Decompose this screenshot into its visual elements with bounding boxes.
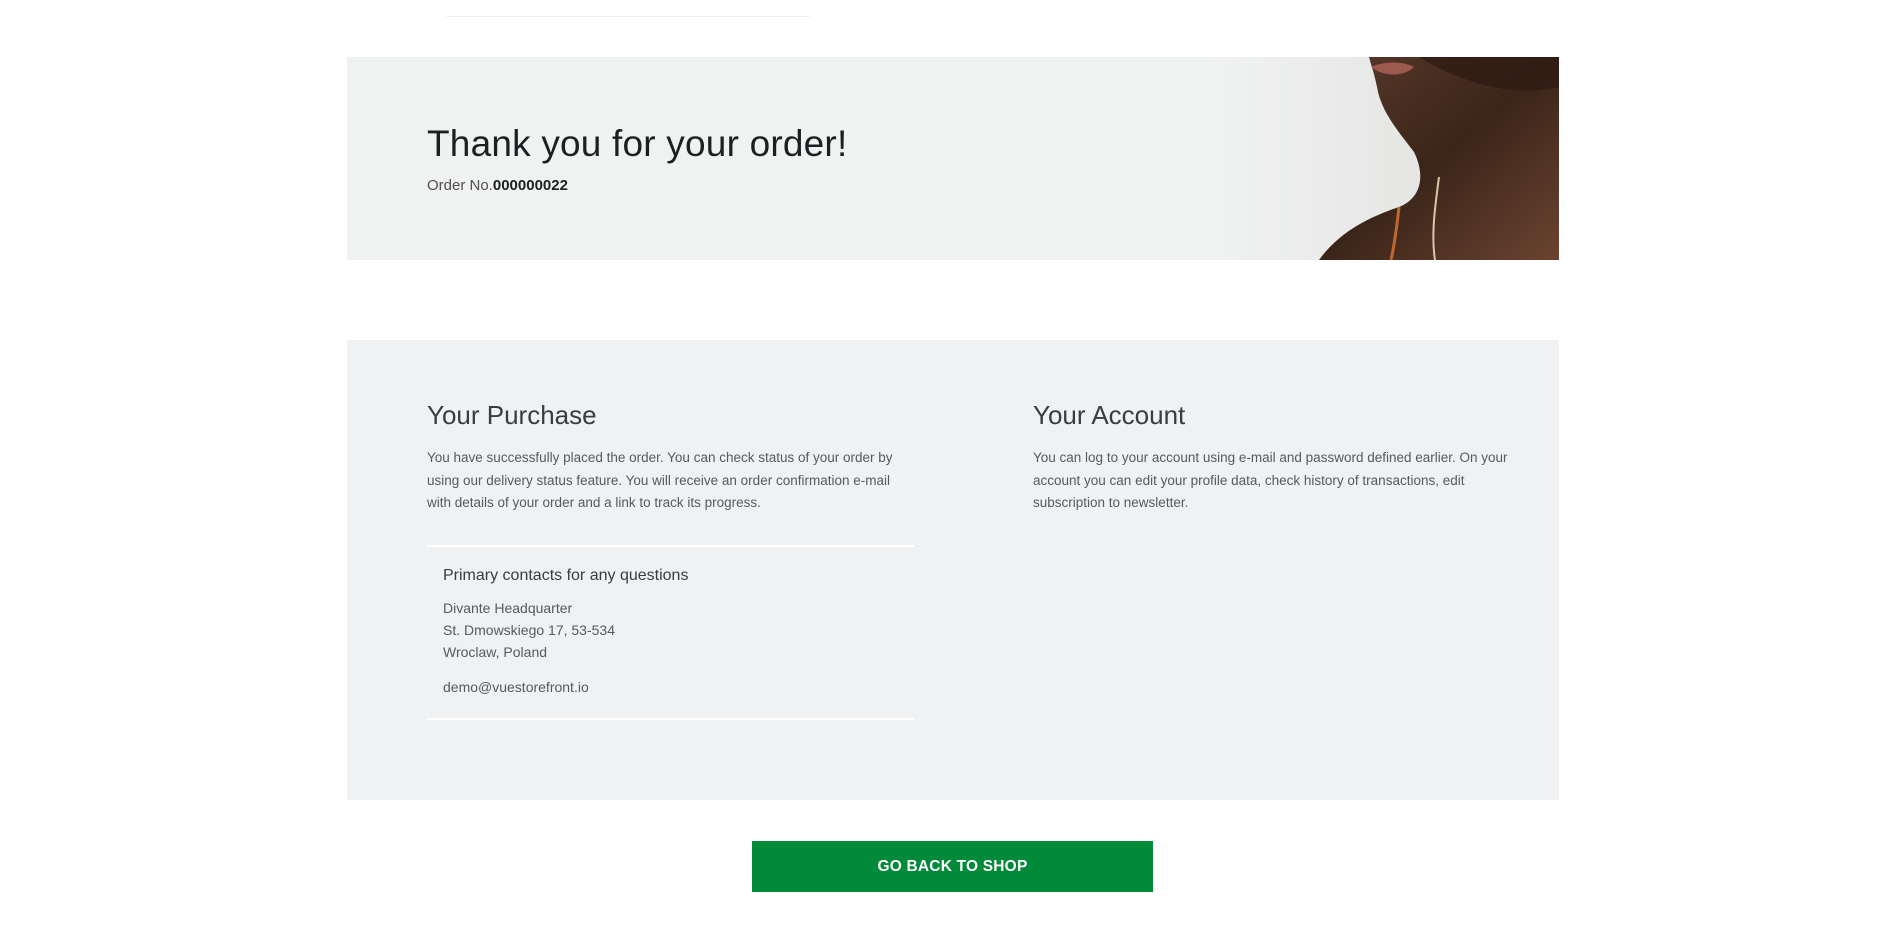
contact-email: demo@vuestorefront.io: [443, 679, 589, 695]
order-confirmation-page: Thank you for your order! Order No.00000…: [0, 0, 1893, 925]
contact-city: Wroclaw, Poland: [443, 644, 548, 660]
purchase-title: Your Purchase: [427, 400, 597, 430]
order-number-label: Order No.: [427, 177, 493, 194]
go-back-to-shop-button[interactable]: GO BACK TO SHOP: [752, 841, 1153, 892]
contacts-box: Primary contacts for any questions Divan…: [427, 545, 914, 720]
purchase-section: Your Purchase You have successfully plac…: [427, 400, 914, 720]
contacts-title: Primary contacts for any questions: [443, 567, 689, 584]
purchase-description: You have successfully placed the order. …: [427, 450, 893, 510]
account-title: Your Account: [1033, 400, 1186, 430]
thank-you-banner: Thank you for your order! Order No.00000…: [347, 57, 1559, 260]
order-number: 000000022: [492, 177, 568, 194]
account-section: Your Account You can log to your account…: [1033, 400, 1523, 515]
contact-company: Divante Headquarter: [443, 600, 573, 616]
order-info-panel: Your Purchase You have successfully plac…: [347, 340, 1559, 800]
account-description: You can log to your account using e-mail…: [1033, 450, 1508, 510]
top-divider: [446, 16, 810, 17]
hero-portrait-image: [1219, 57, 1559, 260]
contact-street: St. Dmowskiego 17, 53-534: [443, 622, 615, 638]
page-title: Thank you for your order!: [427, 123, 848, 164]
order-number-line: Order No.000000022: [427, 177, 568, 194]
